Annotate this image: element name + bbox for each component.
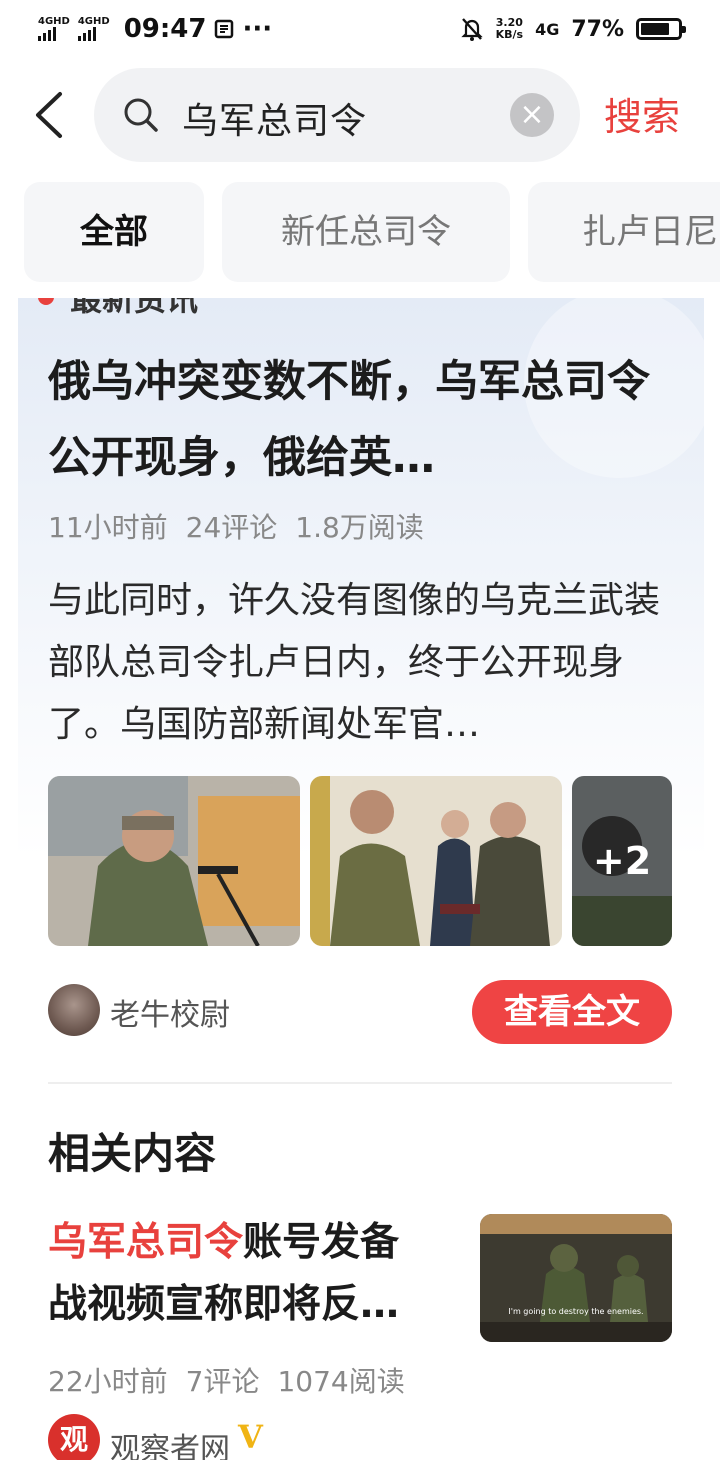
signal-icon-2: 4GHD [77, 17, 110, 41]
mute-bell-icon [460, 18, 483, 41]
more-notifications-indicator: ··· [242, 14, 273, 44]
more-images-count: +2 [572, 776, 672, 946]
news-reads: 1.8万阅读 [295, 511, 424, 544]
news-images: +2 [48, 776, 672, 946]
related-item-title[interactable]: 乌军总司令账号发备战视频宣称即将反… [48, 1212, 438, 1336]
news-meta: 11小时前 24评论 1.8万阅读 [48, 506, 424, 546]
network-type: 4G [535, 19, 560, 39]
clock: 09:47 [123, 14, 207, 44]
news-card[interactable]: 最新资讯 俄乌冲突变数不断，乌军总司令公开现身，俄给英… 11小时前 24评论 … [18, 298, 704, 1460]
red-dot-icon [38, 298, 54, 305]
news-image-2[interactable] [310, 776, 562, 946]
related-author-name[interactable]: 观察者网 [110, 1424, 230, 1460]
news-headline[interactable]: 俄乌冲突变数不断，乌军总司令公开现身，俄给英… [48, 344, 668, 496]
battery-icon [636, 18, 686, 40]
news-image-3[interactable]: +2 [572, 776, 672, 946]
tab-all[interactable]: 全部 [24, 182, 204, 282]
news-comments: 24评论 [185, 511, 278, 544]
search-input[interactable]: 乌军总司令 × [94, 68, 580, 162]
related-section-title: 相关内容 [48, 1129, 217, 1178]
search-bar-row: 乌军总司令 × 搜索 [0, 68, 720, 162]
search-button[interactable]: 搜索 [604, 86, 680, 141]
tab-zaluzhnyi[interactable]: 扎卢日尼 [528, 182, 720, 282]
signal-icon: 4GHD [38, 17, 70, 41]
back-arrow-icon[interactable] [30, 90, 70, 140]
divider [48, 1082, 672, 1084]
status-right: 3.20 KB/s 4G 77% [460, 16, 686, 42]
news-time: 11小时前 [48, 511, 168, 544]
thumbnail-caption: I'm going to destroy the enemies. [508, 1307, 644, 1316]
related-reads: 1074阅读 [277, 1365, 405, 1398]
latest-news-badge: 最新资讯 [38, 298, 198, 320]
news-image-1[interactable] [48, 776, 300, 946]
status-left: 4GHD 4GHD 09:47 ··· [38, 14, 272, 44]
filter-tabs: 全部 新任总司令 扎卢日尼 [0, 182, 720, 282]
clear-icon[interactable]: × [510, 93, 554, 137]
author-row: 老牛校尉 查看全文 [48, 980, 672, 1044]
news-summary: 与此同时，许久没有图像的乌克兰武装部队总司令扎卢日内，终于公开现身了。乌国防部新… [48, 580, 661, 745]
search-query: 乌军总司令 [182, 101, 368, 142]
verified-badge-icon: V [238, 1418, 263, 1456]
read-full-article-button[interactable]: 查看全文 [472, 980, 672, 1044]
battery-percent: 77% [571, 16, 624, 42]
author-name[interactable]: 老牛校尉 [110, 990, 230, 1034]
related-title-highlight: 乌军总司令 [48, 1220, 244, 1265]
tab-new-commander[interactable]: 新任总司令 [222, 182, 510, 282]
related-item-thumbnail[interactable]: I'm going to destroy the enemies. [480, 1214, 672, 1342]
related-author-avatar[interactable]: 观 [48, 1414, 100, 1460]
app-notification-icon [215, 19, 234, 39]
related-item-meta: 22小时前 7评论 1074阅读 [48, 1360, 405, 1400]
author-avatar[interactable] [48, 984, 100, 1036]
status-bar: 4GHD 4GHD 09:47 ··· 3.20 KB/s 4G 77% [0, 0, 720, 58]
network-speed: 3.20 KB/s [495, 16, 524, 41]
related-time: 22小时前 [48, 1365, 168, 1398]
related-comments: 7评论 [185, 1365, 260, 1398]
search-icon [124, 98, 158, 132]
